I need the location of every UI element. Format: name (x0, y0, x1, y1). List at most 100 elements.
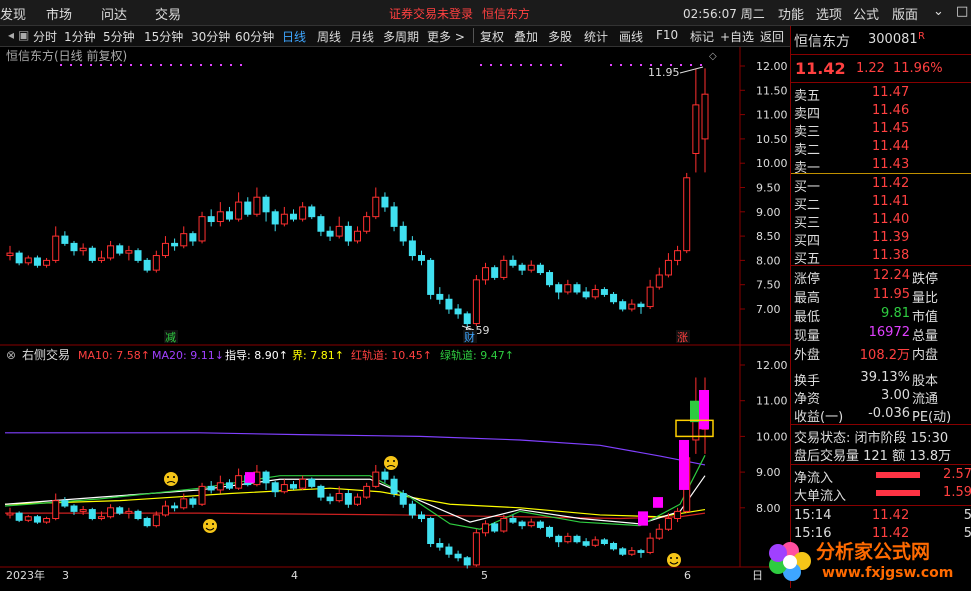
ind-candle-body (354, 496, 361, 505)
bid-label: 买三 (794, 216, 821, 231)
period-30min[interactable]: 30分钟 (191, 28, 230, 45)
period-tick[interactable]: 分时 (33, 28, 57, 45)
candle-body (125, 250, 133, 254)
period-5min[interactable]: 5分钟 (103, 28, 135, 45)
ind-candle-body (15, 512, 23, 521)
candle-body (216, 211, 224, 223)
smile-face-icon (667, 553, 681, 567)
panel-icon[interactable]: ▣ (18, 28, 29, 42)
indicator-close-icon[interactable]: ⊗ (6, 348, 16, 362)
candle-body (6, 252, 14, 257)
x-label-year: 2023年 (6, 568, 45, 582)
menu-wenda[interactable]: 问达 (101, 4, 127, 23)
tool-add-favorite[interactable]: +自选 (720, 28, 754, 45)
indicator-name[interactable]: 右侧交易 (22, 347, 70, 362)
period-more[interactable]: 更多 > (427, 28, 465, 45)
ind-candle-body (399, 493, 407, 505)
tool-stats[interactable]: 统计 (584, 28, 608, 45)
tool-overlay[interactable]: 叠加 (514, 28, 538, 45)
candle-body (271, 211, 279, 225)
ind-candle-body (418, 514, 426, 520)
signal-dot (200, 64, 202, 66)
menu-trade[interactable]: 交易 (155, 4, 181, 23)
stat-row: 换手 39.13% 股本 (794, 370, 939, 389)
ind-candle-body (335, 493, 343, 502)
tool-f10[interactable]: F10 (656, 28, 678, 42)
price-tick-label: 8.00 (756, 254, 781, 267)
ind-candle-body (463, 557, 471, 566)
login-status[interactable]: 证券交易未登录 (389, 5, 473, 22)
ind-candle-body (280, 484, 288, 493)
candle-body (664, 259, 672, 276)
marker-finance[interactable]: 财 (464, 330, 475, 344)
period-1min[interactable]: 1分钟 (64, 28, 96, 45)
tool-draw[interactable]: 画线 (619, 28, 643, 45)
menu-options[interactable]: 选项 (816, 4, 842, 23)
signal-dot (90, 64, 92, 66)
candle-body (628, 303, 636, 310)
menu-function[interactable]: 功能 (778, 4, 804, 23)
tool-back[interactable]: 返回 (760, 28, 784, 45)
candle-body (70, 242, 78, 252)
menu-discover[interactable]: 发现 (0, 4, 26, 23)
indicator-axis: 12.00 11.00 10.00 9.00 8.00 (740, 359, 788, 515)
sad-face-icon (164, 472, 178, 486)
period-15min[interactable]: 15分钟 (144, 28, 183, 45)
ind-candle-body (674, 510, 682, 520)
bid-row[interactable]: 买二 11.41 (794, 194, 971, 213)
ask-label: 卖三 (794, 125, 821, 140)
signal-dot (130, 64, 132, 66)
signal-dot (220, 64, 222, 66)
candle-body (381, 196, 389, 208)
top-menu-bar: 发现 市场 问达 交易 证券交易未登录 恒信东方 02:56:07 周二 功能 … (0, 0, 971, 26)
ind-candle-body (619, 548, 627, 555)
chart-area[interactable]: 恒信东方(日线 前复权) 12.00 11.50 11.00 10.50 10.00 9.… (0, 47, 790, 587)
ind-candle-body (225, 482, 233, 489)
ask-row[interactable]: 卖四 11.46 (794, 103, 971, 122)
marker-rise[interactable]: 涨 (677, 331, 688, 344)
watermark-url: www.fxjgsw.com (822, 565, 954, 581)
ind-candle-body (143, 518, 151, 527)
candle-body (436, 293, 444, 300)
signal-dot (70, 64, 72, 66)
price-tick-label: 8.50 (756, 230, 781, 243)
ask-row[interactable]: 卖二 11.44 (794, 139, 971, 158)
ask-row[interactable]: 卖三 11.45 (794, 121, 971, 140)
period-day[interactable]: 日线 (282, 28, 306, 45)
tool-adjust[interactable]: 复权 (480, 28, 504, 45)
ask-label: 卖二 (794, 143, 821, 158)
ind-candle-body (61, 500, 69, 507)
ask-row[interactable]: 卖五 11.47 (794, 85, 971, 104)
price-tick-label: 10.50 (756, 133, 788, 146)
maximize-icon[interactable]: □ (956, 4, 968, 19)
back-icon[interactable]: ◂ (8, 28, 14, 42)
bid-row[interactable]: 买三 11.40 (794, 212, 971, 231)
tool-mark[interactable]: 标记 (690, 28, 714, 45)
period-60min[interactable]: 60分钟 (235, 28, 274, 45)
period-month[interactable]: 月线 (350, 28, 374, 45)
marker-reduce[interactable]: 减 (165, 331, 176, 344)
minimize-icon[interactable]: ⌄ (933, 4, 944, 19)
menu-formula[interactable]: 公式 (853, 4, 879, 23)
ind-candle-body (610, 543, 618, 550)
bid-row[interactable]: 买一 11.42 (794, 176, 971, 195)
price-tick-label: 11.00 (756, 109, 788, 122)
ind-candle-body (88, 509, 96, 520)
ind-candle-body (235, 475, 243, 489)
ind-candle-body (116, 507, 124, 514)
green-rail-label: 绿轨道: 9.47↑ (440, 348, 514, 362)
period-week[interactable]: 周线 (317, 28, 341, 45)
period-multi[interactable]: 多周期 (383, 28, 419, 45)
bid-row[interactable]: 买四 11.39 (794, 230, 971, 249)
bid-row[interactable]: 买五 11.38 (794, 248, 971, 267)
menu-market[interactable]: 市场 (46, 4, 72, 23)
menu-layout[interactable]: 版面 (892, 4, 918, 23)
diamond-icon[interactable]: ◇ (709, 51, 717, 62)
signal-dot (690, 64, 692, 66)
candle-body (454, 308, 462, 315)
candle-body (235, 201, 243, 220)
signal-dot (520, 64, 522, 66)
ind-candle-body (546, 526, 554, 537)
tool-multi[interactable]: 多股 (548, 28, 572, 45)
ma20-line (5, 432, 706, 466)
